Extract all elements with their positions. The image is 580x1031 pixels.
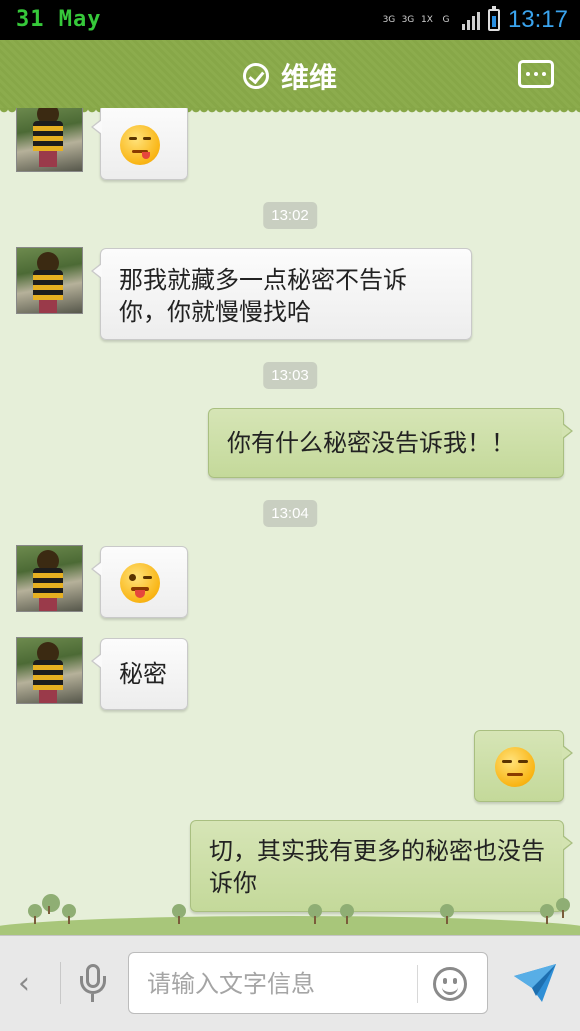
annoyed-face-emoji [495, 747, 535, 787]
status-date: 31 May [16, 7, 102, 32]
contact-avatar[interactable] [16, 637, 83, 704]
wink-tongue-face-emoji [120, 563, 160, 603]
outgoing-message-bubble[interactable]: 你有什么秘密没告诉我！！ [208, 408, 573, 478]
network-3g-label-2: 3G [401, 15, 415, 25]
outgoing-message-bubble[interactable]: 切，其实我有更多的秘密也没告诉你 [190, 820, 573, 912]
contact-avatar[interactable] [16, 108, 83, 172]
message-text: 你有什么秘密没告诉我！！ [227, 429, 515, 457]
check-circle-icon [242, 63, 269, 89]
timestamp: 13:02 [263, 202, 317, 229]
message-list[interactable]: 13:02 那我就藏多一点秘密不告诉你，你就慢慢找哈 13:03 你有什么秘密没… [0, 108, 580, 935]
contact-avatar[interactable] [16, 247, 83, 314]
message-text: 那我就藏多一点秘密不告诉你，你就慢慢找哈 [119, 266, 407, 326]
divider [417, 965, 418, 1003]
divider [60, 962, 61, 1004]
contact-name: 维维 [280, 61, 337, 94]
microphone-icon[interactable] [78, 964, 108, 1004]
timestamp: 13:03 [263, 362, 317, 389]
incoming-message-bubble[interactable]: 那我就藏多一点秘密不告诉你，你就慢慢找哈 [91, 248, 472, 340]
timestamp: 13:04 [263, 500, 317, 527]
network-3g-label: 3G [382, 15, 396, 25]
incoming-message-bubble[interactable] [91, 546, 188, 618]
send-paper-plane-icon[interactable] [512, 962, 558, 1006]
message-text: 切，其实我有更多的秘密也没告诉你 [209, 837, 545, 897]
more-options-icon[interactable] [518, 60, 554, 88]
signal-icon [461, 10, 480, 30]
message-input[interactable] [147, 967, 407, 1001]
message-text-field[interactable] [128, 952, 488, 1014]
network-1x-label: 1X [420, 15, 433, 25]
battery-icon [487, 6, 500, 31]
message-input-bar: ‹ [0, 935, 580, 1031]
network-g-label: G [442, 15, 450, 25]
incoming-message-bubble[interactable] [91, 108, 188, 180]
message-text: 秘密 [119, 660, 167, 688]
status-bar: 31 May 3G 3G 1X G 13:17 [0, 0, 580, 40]
tongue-out-face-emoji [120, 125, 160, 165]
outgoing-message-bubble[interactable] [474, 730, 573, 802]
chat-header: 维维 [0, 40, 580, 114]
smiley-icon[interactable] [433, 967, 467, 1001]
network-indicators: 3G 3G 1X G [381, 15, 454, 25]
chevron-left-icon[interactable]: ‹ [18, 966, 30, 1001]
status-time: 13:17 [507, 6, 568, 33]
contact-avatar[interactable] [16, 545, 83, 612]
incoming-message-bubble[interactable]: 秘密 [91, 638, 188, 710]
